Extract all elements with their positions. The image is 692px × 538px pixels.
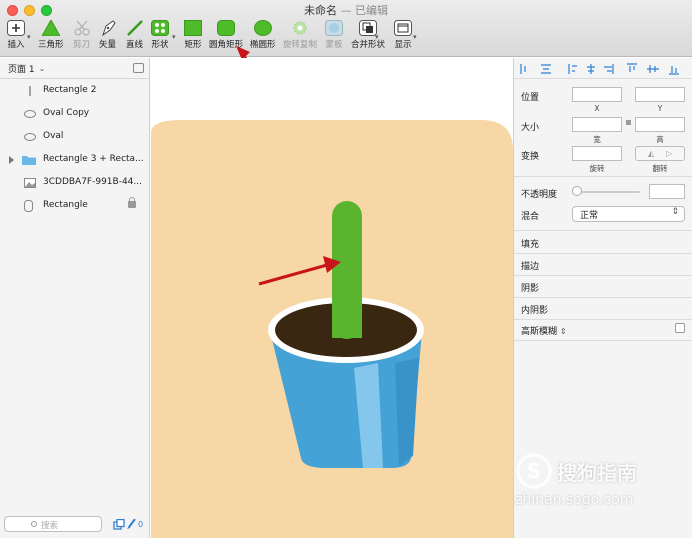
layer-item[interactable]: Oval (0, 126, 150, 148)
layers-sidebar: 页面 1 ⌄ Rectangle 2 Oval Copy Oval Rectan… (0, 58, 150, 538)
rotate-field[interactable] (572, 146, 622, 161)
oval-layer-icon (24, 133, 36, 141)
alignment-toolbar (514, 58, 692, 79)
view-icon (394, 20, 412, 36)
title-bar: 未命名 — 已编辑 插入 ▾ 三角形 剪刀 矢量 直线 形状 ▾ 矩形 圆角矩形 (0, 0, 692, 91)
shape-tool-button[interactable]: 形状 (151, 20, 169, 50)
rounded-rectangle-icon (217, 20, 235, 36)
blend-mode-select[interactable]: 正常 ⇕ (572, 206, 685, 222)
mask-icon (325, 20, 343, 36)
shadow-section[interactable]: 阴影 (521, 281, 539, 294)
blur-checkbox[interactable] (675, 323, 685, 333)
insert-button[interactable]: 插入 (7, 20, 25, 50)
vector-tool-button[interactable]: 矢量 (99, 20, 116, 50)
copy-icon[interactable] (113, 519, 125, 530)
view-caret-icon: ▾ (413, 33, 417, 41)
disclosure-triangle-icon[interactable] (9, 156, 14, 164)
image-layer-icon (24, 178, 36, 188)
insert-caret-icon: ▾ (27, 33, 31, 41)
artboard-illustration (151, 120, 513, 538)
layer-item[interactable]: Oval Copy (0, 103, 150, 125)
layer-item[interactable]: 3CDDBA7F-991B-44... (0, 172, 150, 194)
opacity-slider[interactable] (574, 191, 640, 193)
layer-item[interactable]: Rectangle 2 (0, 80, 150, 102)
line-icon (126, 20, 143, 36)
layer-search-input[interactable]: 搜索 (4, 516, 102, 532)
rounded-rectangle-layer-icon (24, 200, 33, 212)
inner-shadow-section[interactable]: 内阴影 (521, 303, 548, 316)
view-button[interactable]: 显示 (394, 20, 412, 50)
divider (514, 253, 692, 254)
lock-ratio-icon[interactable] (626, 120, 631, 125)
divider (514, 319, 692, 320)
position-x-field[interactable] (572, 87, 622, 102)
updown-chevron-icon: ⇕ (671, 207, 679, 217)
rectangle-layer-icon (29, 86, 31, 96)
search-icon (31, 521, 37, 527)
count-badge: 0 (138, 520, 144, 529)
position-y-field[interactable] (635, 87, 685, 102)
triangle-icon (41, 20, 60, 36)
fill-section[interactable]: 填充 (521, 237, 539, 250)
border-section[interactable]: 描边 (521, 259, 539, 272)
rotate-copy-button[interactable]: 旋转复制 (283, 20, 317, 50)
oval-layer-icon (24, 110, 36, 118)
height-field[interactable] (635, 117, 685, 132)
window-title: 未命名 — 已编辑 (304, 4, 388, 17)
sidebar-toggle-icon[interactable] (133, 63, 144, 73)
lock-icon[interactable] (128, 197, 136, 208)
opacity-slider-knob[interactable] (572, 186, 582, 196)
design-canvas[interactable] (151, 58, 513, 538)
layer-group-item[interactable]: Rectangle 3 + Recta... (0, 149, 150, 171)
combine-shapes-button[interactable]: 合并形状 (351, 20, 385, 50)
mask-button[interactable]: 蒙板 (325, 20, 343, 50)
scissors-tool-button[interactable]: 剪刀 (73, 20, 90, 50)
divider (514, 176, 692, 177)
shape-caret-icon: ▾ (172, 33, 176, 41)
divider (514, 230, 692, 231)
divider (514, 297, 692, 298)
divider (514, 275, 692, 276)
shapes-icon (151, 20, 169, 36)
scissors-icon (74, 20, 89, 36)
rectangle-icon (184, 20, 202, 36)
svg-text:S: S (527, 459, 541, 483)
blur-section[interactable]: 高斯模糊 ⇕ (521, 324, 567, 337)
flip-vertical-icon[interactable]: ▷ (666, 149, 672, 158)
triangle-tool-button[interactable]: 三角形 (38, 20, 64, 50)
watermark: S 搜狗指南 zhinan.sogo.com (513, 450, 692, 520)
oval-icon (253, 20, 272, 36)
brush-icon[interactable] (126, 519, 136, 530)
folder-icon (22, 156, 36, 165)
flip-horizontal-icon[interactable]: ◭ (648, 149, 654, 158)
gear-icon (293, 21, 307, 35)
width-field[interactable] (572, 117, 622, 132)
page-selector[interactable]: 页面 1 ⌄ (0, 58, 149, 79)
layer-item[interactable]: Rectangle (0, 195, 150, 217)
pen-icon (101, 20, 116, 36)
flip-buttons[interactable]: ◭ ▷ (635, 146, 685, 161)
combine-caret-icon: ▾ (375, 33, 379, 41)
plus-icon (7, 20, 25, 36)
align-icons[interactable] (519, 63, 689, 75)
divider (514, 340, 692, 341)
opacity-field[interactable] (649, 184, 685, 199)
rectangle-tool-button[interactable]: 矩形 (184, 20, 202, 50)
sogou-logo-icon: S (516, 453, 552, 489)
line-tool-button[interactable]: 直线 (126, 20, 143, 50)
updown-chevron-icon: ⇕ (559, 327, 567, 336)
chevron-down-icon: ⌄ (38, 63, 46, 73)
